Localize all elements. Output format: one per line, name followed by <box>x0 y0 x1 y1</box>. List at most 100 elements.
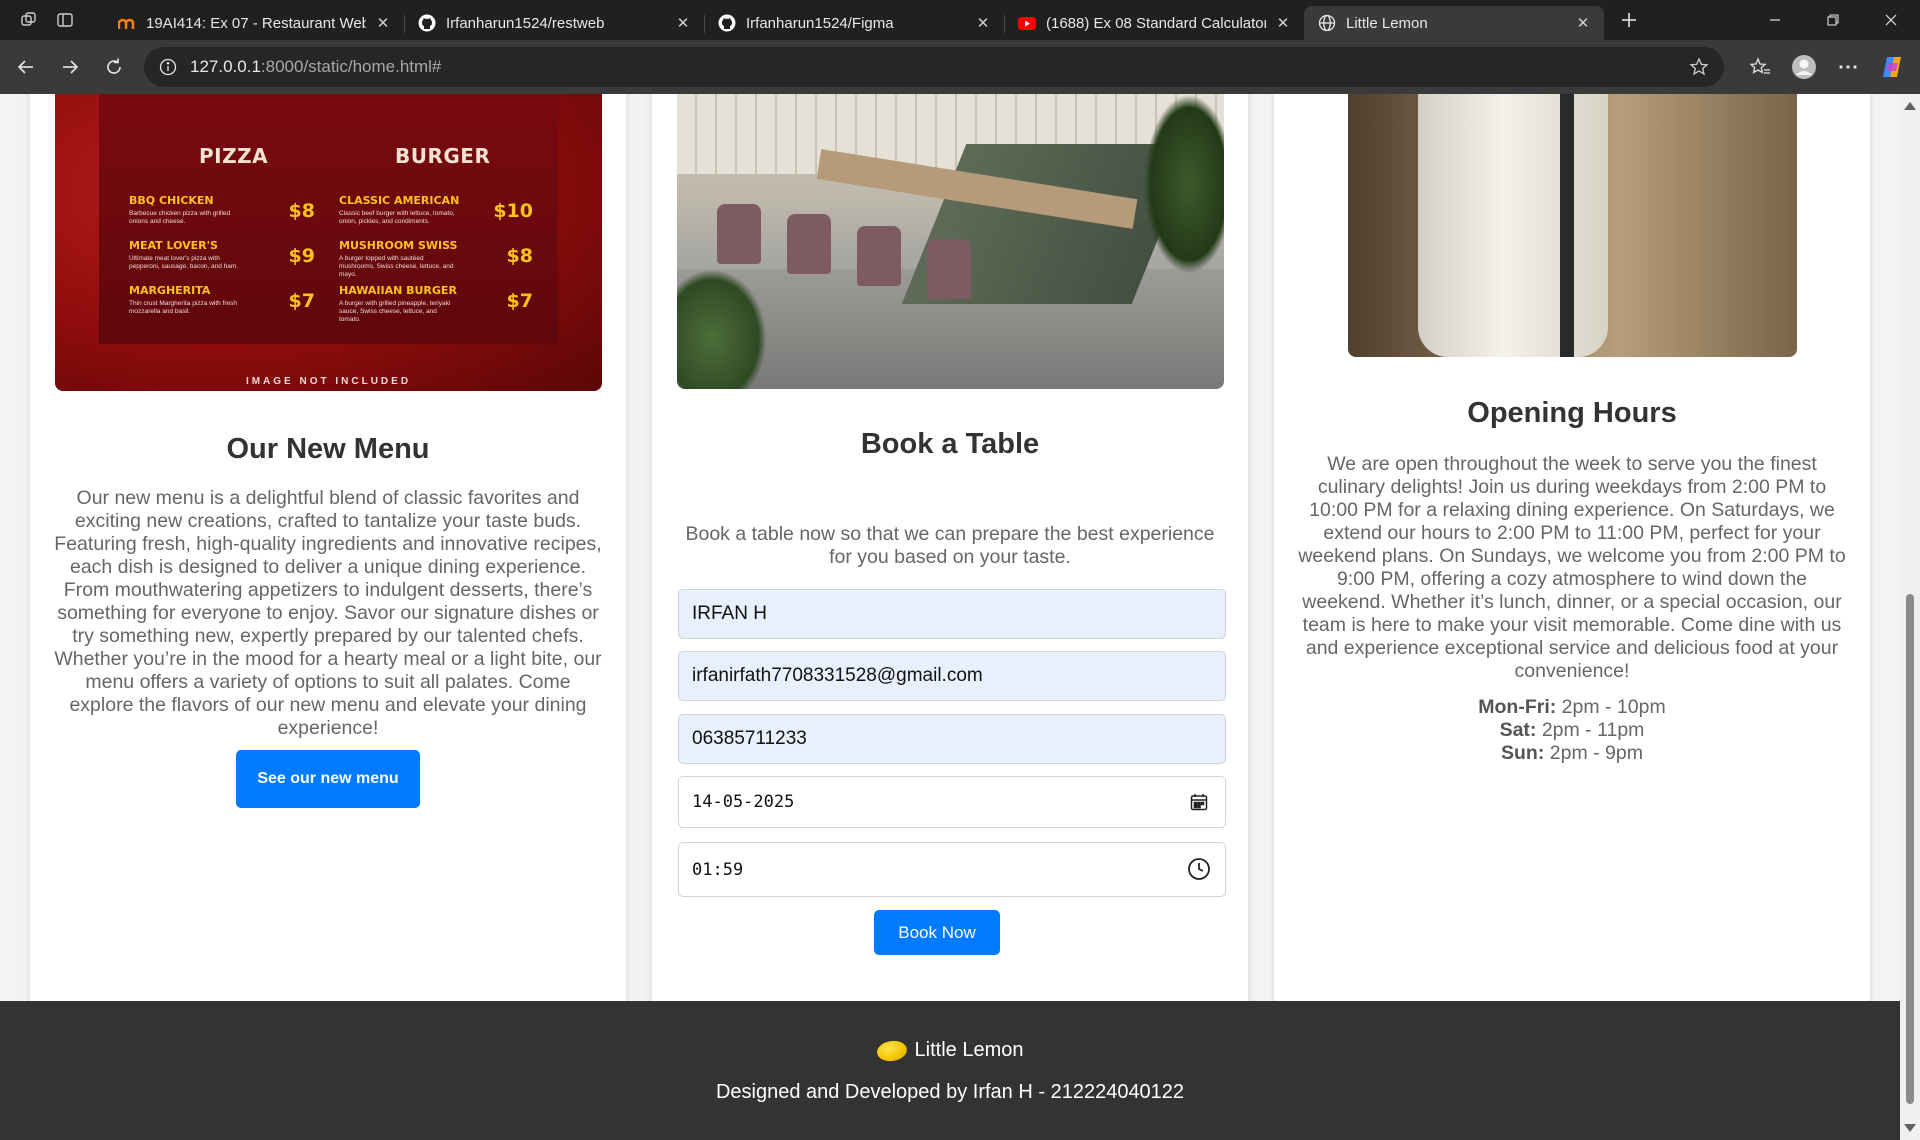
favorites-icon[interactable] <box>1738 49 1782 85</box>
menu-item-desc: Thin crust Margherita pizza with fresh m… <box>129 300 238 315</box>
menu-item-price: $9 <box>288 245 315 267</box>
menu-item-desc: Barbecue chicken pizza with grilled onio… <box>129 210 231 225</box>
scroll-up-icon[interactable] <box>1904 102 1916 110</box>
menu-item-price: $7 <box>288 290 315 312</box>
calendar-icon[interactable] <box>1187 790 1211 814</box>
schedule-row: Sun: 2pm - 9pm <box>1274 742 1870 765</box>
menu-item: MEAT LOVER'S Ultimate meat lover's pizza… <box>129 239 315 271</box>
menu-item-price: $8 <box>288 200 315 222</box>
menu-item-desc: A burger with grilled pineapple, teriyak… <box>339 300 451 323</box>
browser-toolbar: 127.0.0.1:8000/static/home.html# <box>0 40 1920 94</box>
restore-icon[interactable] <box>1804 0 1862 40</box>
booking-card: Book a Table Book a table now so that we… <box>652 94 1248 1016</box>
page-scrollbar[interactable] <box>1900 94 1920 1140</box>
schedule-time: 2pm - 11pm <box>1541 719 1645 741</box>
image-apron <box>1418 94 1608 357</box>
github-icon <box>418 14 436 32</box>
site-info-icon[interactable] <box>158 57 178 77</box>
image-chair <box>857 226 901 286</box>
menu-item-price: $7 <box>506 290 533 312</box>
scrollbar-thumb[interactable] <box>1906 594 1914 1104</box>
url-text: 127.0.0.1:8000/static/home.html# <box>190 57 1688 77</box>
tab-title: (1688) Ex 08 Standard Calculator <box>1046 14 1266 32</box>
phone-field[interactable]: 06385711233 <box>678 714 1226 764</box>
schedule-day: Sat: <box>1499 719 1537 741</box>
hours-description: We are open throughout the week to serve… <box>1298 453 1846 682</box>
back-arrow-icon[interactable] <box>8 49 44 85</box>
refresh-icon[interactable] <box>96 49 132 85</box>
tab-title: Little Lemon <box>1346 14 1428 32</box>
tab-title: 19AI414: Ex 07 - Restaurant Webs <box>146 14 366 32</box>
vertical-tabs-icon[interactable] <box>50 5 80 35</box>
footer-brand-name: Little Lemon <box>914 1039 1024 1061</box>
minimize-icon[interactable] <box>1746 0 1804 40</box>
youtube-icon <box>1018 14 1036 32</box>
schedule-time: 2pm - 10pm <box>1561 696 1666 718</box>
see-menu-button[interactable]: See our new menu <box>236 750 420 808</box>
menu-item-name: BBQ CHICKEN <box>129 194 214 207</box>
pizza-column-title: PIZZA <box>199 144 269 168</box>
booking-title: Book a Table <box>860 428 1040 460</box>
tab-title: Irfanharun1524/Figma <box>746 14 894 32</box>
menu-item-name: MEAT LOVER'S <box>129 239 218 252</box>
tab-github-figma[interactable]: Irfanharun1524/Figma ✕ <box>704 6 1004 40</box>
new-tab-icon[interactable] <box>1612 3 1646 37</box>
hours-title: Opening Hours <box>1467 397 1677 429</box>
image-chair <box>787 214 831 274</box>
time-field[interactable]: 01:59 <box>678 842 1226 897</box>
page-viewport: PIZZA BURGER BBQ CHICKEN Barbecue chicke… <box>0 94 1900 1140</box>
window-controls <box>1746 0 1920 40</box>
hours-schedule: Mon-Fri: 2pm - 10pm Sat: 2pm - 11pm Sun:… <box>1274 696 1870 765</box>
menu-item-name: MARGHERITA <box>129 284 211 297</box>
github-icon <box>718 14 736 32</box>
address-bar[interactable]: 127.0.0.1:8000/static/home.html# <box>144 47 1724 87</box>
close-tab-icon[interactable]: ✕ <box>1574 14 1592 32</box>
url-path: :8000/static/home.html# <box>260 57 442 76</box>
workspaces-icon[interactable] <box>14 5 44 35</box>
menu-description: Our new menu is a delightful blend of cl… <box>54 487 602 739</box>
menu-item-desc: A burger topped with sautéed mushrooms, … <box>339 255 454 278</box>
schedule-day: Mon-Fri: <box>1478 696 1557 718</box>
menu-item-desc: Classic beef burger with lettuce, tomato… <box>339 210 455 225</box>
date-field[interactable]: 14-05-2025 <box>678 776 1226 828</box>
schedule-row: Mon-Fri: 2pm - 10pm <box>1274 696 1870 719</box>
clock-icon[interactable] <box>1187 857 1211 881</box>
burger-column-title: BURGER <box>395 144 491 168</box>
menu-title: Our New Menu <box>226 433 430 465</box>
menu-item: HAWAIIAN BURGER A burger with grilled pi… <box>339 284 533 324</box>
menu-board: PIZZA BURGER BBQ CHICKEN Barbecue chicke… <box>99 94 558 344</box>
image-plant <box>1144 94 1224 274</box>
forward-arrow-icon[interactable] <box>52 49 88 85</box>
book-now-button[interactable]: Book Now <box>874 910 1000 955</box>
more-options-icon[interactable] <box>1826 49 1870 85</box>
chef-image <box>1348 94 1797 357</box>
menu-item-price: $10 <box>493 200 533 222</box>
profile-avatar-icon[interactable] <box>1782 49 1826 85</box>
tab-github-restweb[interactable]: Irfanharun1524/restweb ✕ <box>404 6 704 40</box>
tab-moodle[interactable]: 19AI414: Ex 07 - Restaurant Webs ✕ <box>104 6 404 40</box>
menu-item-price: $8 <box>506 245 533 267</box>
favorite-star-icon[interactable] <box>1688 56 1710 78</box>
close-tab-icon[interactable]: ✕ <box>374 14 392 32</box>
tab-little-lemon[interactable]: Little Lemon ✕ <box>1304 6 1604 40</box>
close-tab-icon[interactable]: ✕ <box>974 14 992 32</box>
tab-youtube[interactable]: (1688) Ex 08 Standard Calculator ✕ <box>1004 6 1304 40</box>
footer-credit: Designed and Developed by Irfan H - 2122… <box>715 1081 1185 1103</box>
menu-item: MUSHROOM SWISS A burger topped with saut… <box>339 239 533 279</box>
moodle-icon <box>118 14 136 32</box>
image-plant <box>677 269 767 389</box>
name-field[interactable]: IRFAN H <box>678 589 1226 639</box>
email-field[interactable]: irfanirfath7708331528@gmail.com <box>678 651 1226 701</box>
image-chair <box>927 239 971 299</box>
scroll-down-icon[interactable] <box>1904 1124 1916 1132</box>
close-tab-icon[interactable]: ✕ <box>674 14 692 32</box>
tab-title: Irfanharun1524/restweb <box>446 14 605 32</box>
menu-item: BBQ CHICKEN Barbecue chicken pizza with … <box>129 194 315 226</box>
browser-tab-bar: 19AI414: Ex 07 - Restaurant Webs ✕ Irfan… <box>0 0 1920 40</box>
hours-card: Opening Hours We are open throughout the… <box>1274 94 1870 1016</box>
close-window-icon[interactable] <box>1862 0 1920 40</box>
lemon-icon <box>875 1038 908 1063</box>
close-tab-icon[interactable]: ✕ <box>1274 14 1292 32</box>
copilot-icon[interactable] <box>1870 49 1914 85</box>
menu-item: MARGHERITA Thin crust Margherita pizza w… <box>129 284 315 316</box>
